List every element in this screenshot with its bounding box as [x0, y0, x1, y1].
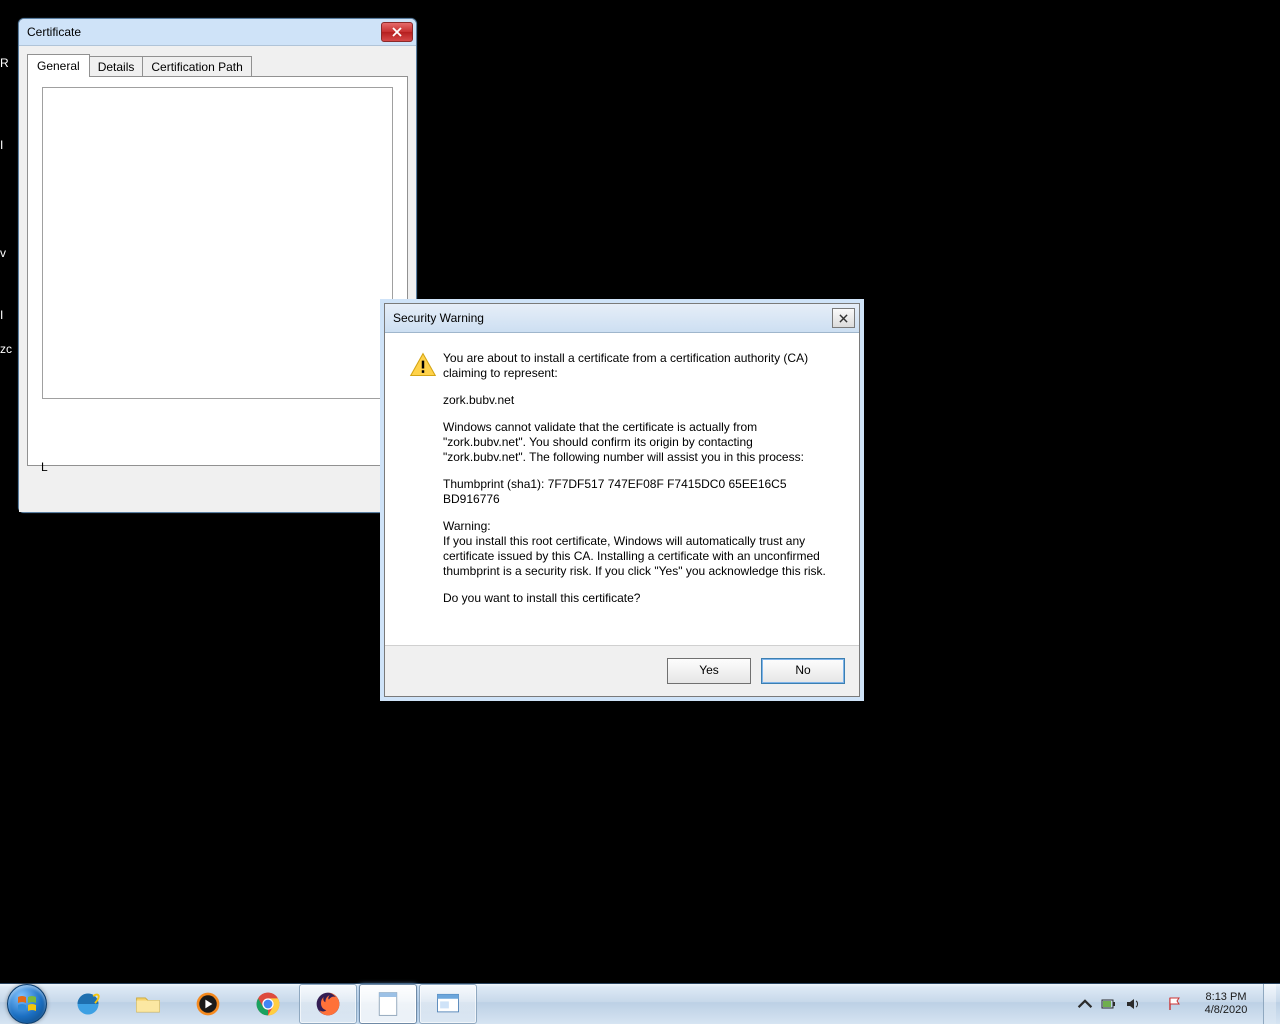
tray-action-center-icon[interactable] — [1167, 996, 1183, 1012]
warning-icon — [409, 351, 443, 636]
certificate-tabstrip: General Details Certification Path — [27, 54, 408, 76]
taskbar-clock[interactable]: 8:13 PM 4/8/2020 — [1197, 991, 1255, 1016]
chrome-icon — [254, 990, 282, 1018]
certificate-body: General Details Certification Path L — [19, 46, 416, 512]
firefox-icon — [314, 990, 342, 1018]
no-button[interactable]: No — [761, 658, 845, 684]
warning-question: Do you want to install this certificate? — [443, 591, 835, 606]
warning-paragraph-intro: You are about to install a certificate f… — [443, 351, 835, 381]
chevron-up-icon — [1077, 996, 1093, 1012]
folder-icon — [134, 990, 162, 1018]
desktop-icon-label: zc — [0, 342, 20, 356]
start-button[interactable] — [0, 984, 54, 1024]
speaker-icon — [1125, 996, 1141, 1012]
yes-button[interactable]: Yes — [667, 658, 751, 684]
desktop-icon-label: I — [0, 138, 20, 152]
security-warning-text: You are about to install a certificate f… — [443, 351, 835, 636]
media-player-icon — [194, 990, 222, 1018]
close-icon — [839, 314, 848, 323]
taskbar-time: 8:13 PM — [1206, 991, 1247, 1004]
taskbar-pinned-area — [54, 984, 478, 1024]
warning-thumbprint: Thumbprint (sha1): 7F7DF517 747EF08F F74… — [443, 477, 835, 507]
tab-general[interactable]: General — [27, 54, 90, 77]
security-warning-dialog: Security Warning You are about to instal… — [384, 303, 860, 697]
close-button[interactable] — [381, 22, 413, 42]
certificate-title: Certificate — [27, 25, 81, 39]
tab-pane-general — [27, 76, 408, 466]
tray-power-icon[interactable] — [1101, 996, 1117, 1012]
certificate-titlebar[interactable]: Certificate — [19, 19, 416, 46]
window-icon — [434, 990, 462, 1018]
notepad-icon — [374, 990, 402, 1018]
taskbar-spacer — [478, 984, 1073, 1024]
taskbar-item-media-player[interactable] — [179, 984, 237, 1024]
certificate-dialog: Certificate General Details Certificatio… — [18, 18, 417, 513]
tray-show-hidden-icons[interactable] — [1077, 996, 1093, 1012]
desktop-icon-label: I — [0, 308, 20, 322]
tab-details[interactable]: Details — [89, 56, 144, 77]
taskbar-item-chrome[interactable] — [239, 984, 297, 1024]
security-warning-footer: Yes No — [385, 645, 859, 696]
taskbar-item-dialog[interactable] — [419, 984, 477, 1024]
learn-more-fragment: L — [41, 460, 48, 474]
security-warning-title: Security Warning — [393, 311, 484, 325]
windows-logo-icon — [17, 994, 37, 1014]
taskbar-item-file-explorer[interactable] — [119, 984, 177, 1024]
close-button[interactable] — [832, 308, 855, 328]
internet-explorer-icon — [74, 990, 102, 1018]
taskbar-date: 4/8/2020 — [1205, 1004, 1248, 1017]
close-icon — [392, 27, 402, 37]
system-tray: 8:13 PM 4/8/2020 — [1073, 984, 1280, 1024]
warning-header: Warning: — [443, 519, 835, 534]
warning-paragraph-validate: Windows cannot validate that the certifi… — [443, 420, 835, 465]
tray-volume-icon[interactable] — [1125, 996, 1141, 1012]
taskbar-item-notepad[interactable] — [359, 984, 417, 1024]
show-desktop-button[interactable] — [1263, 984, 1276, 1024]
warning-domain: zork.bubv.net — [443, 393, 835, 408]
desktop-icon-label: v — [0, 246, 20, 260]
security-warning-titlebar[interactable]: Security Warning — [385, 304, 859, 333]
warning-paragraph-risk: If you install this root certificate, Wi… — [443, 534, 835, 579]
taskbar-item-internet-explorer[interactable] — [59, 984, 117, 1024]
flag-icon — [1167, 996, 1183, 1012]
tab-certification-path[interactable]: Certification Path — [142, 56, 251, 77]
desktop-icon-label: R — [0, 56, 20, 70]
security-warning-body: You are about to install a certificate f… — [385, 333, 859, 646]
battery-icon — [1101, 996, 1117, 1012]
certificate-info-box — [42, 87, 393, 399]
taskbar: 8:13 PM 4/8/2020 — [0, 983, 1280, 1024]
taskbar-item-firefox[interactable] — [299, 984, 357, 1024]
